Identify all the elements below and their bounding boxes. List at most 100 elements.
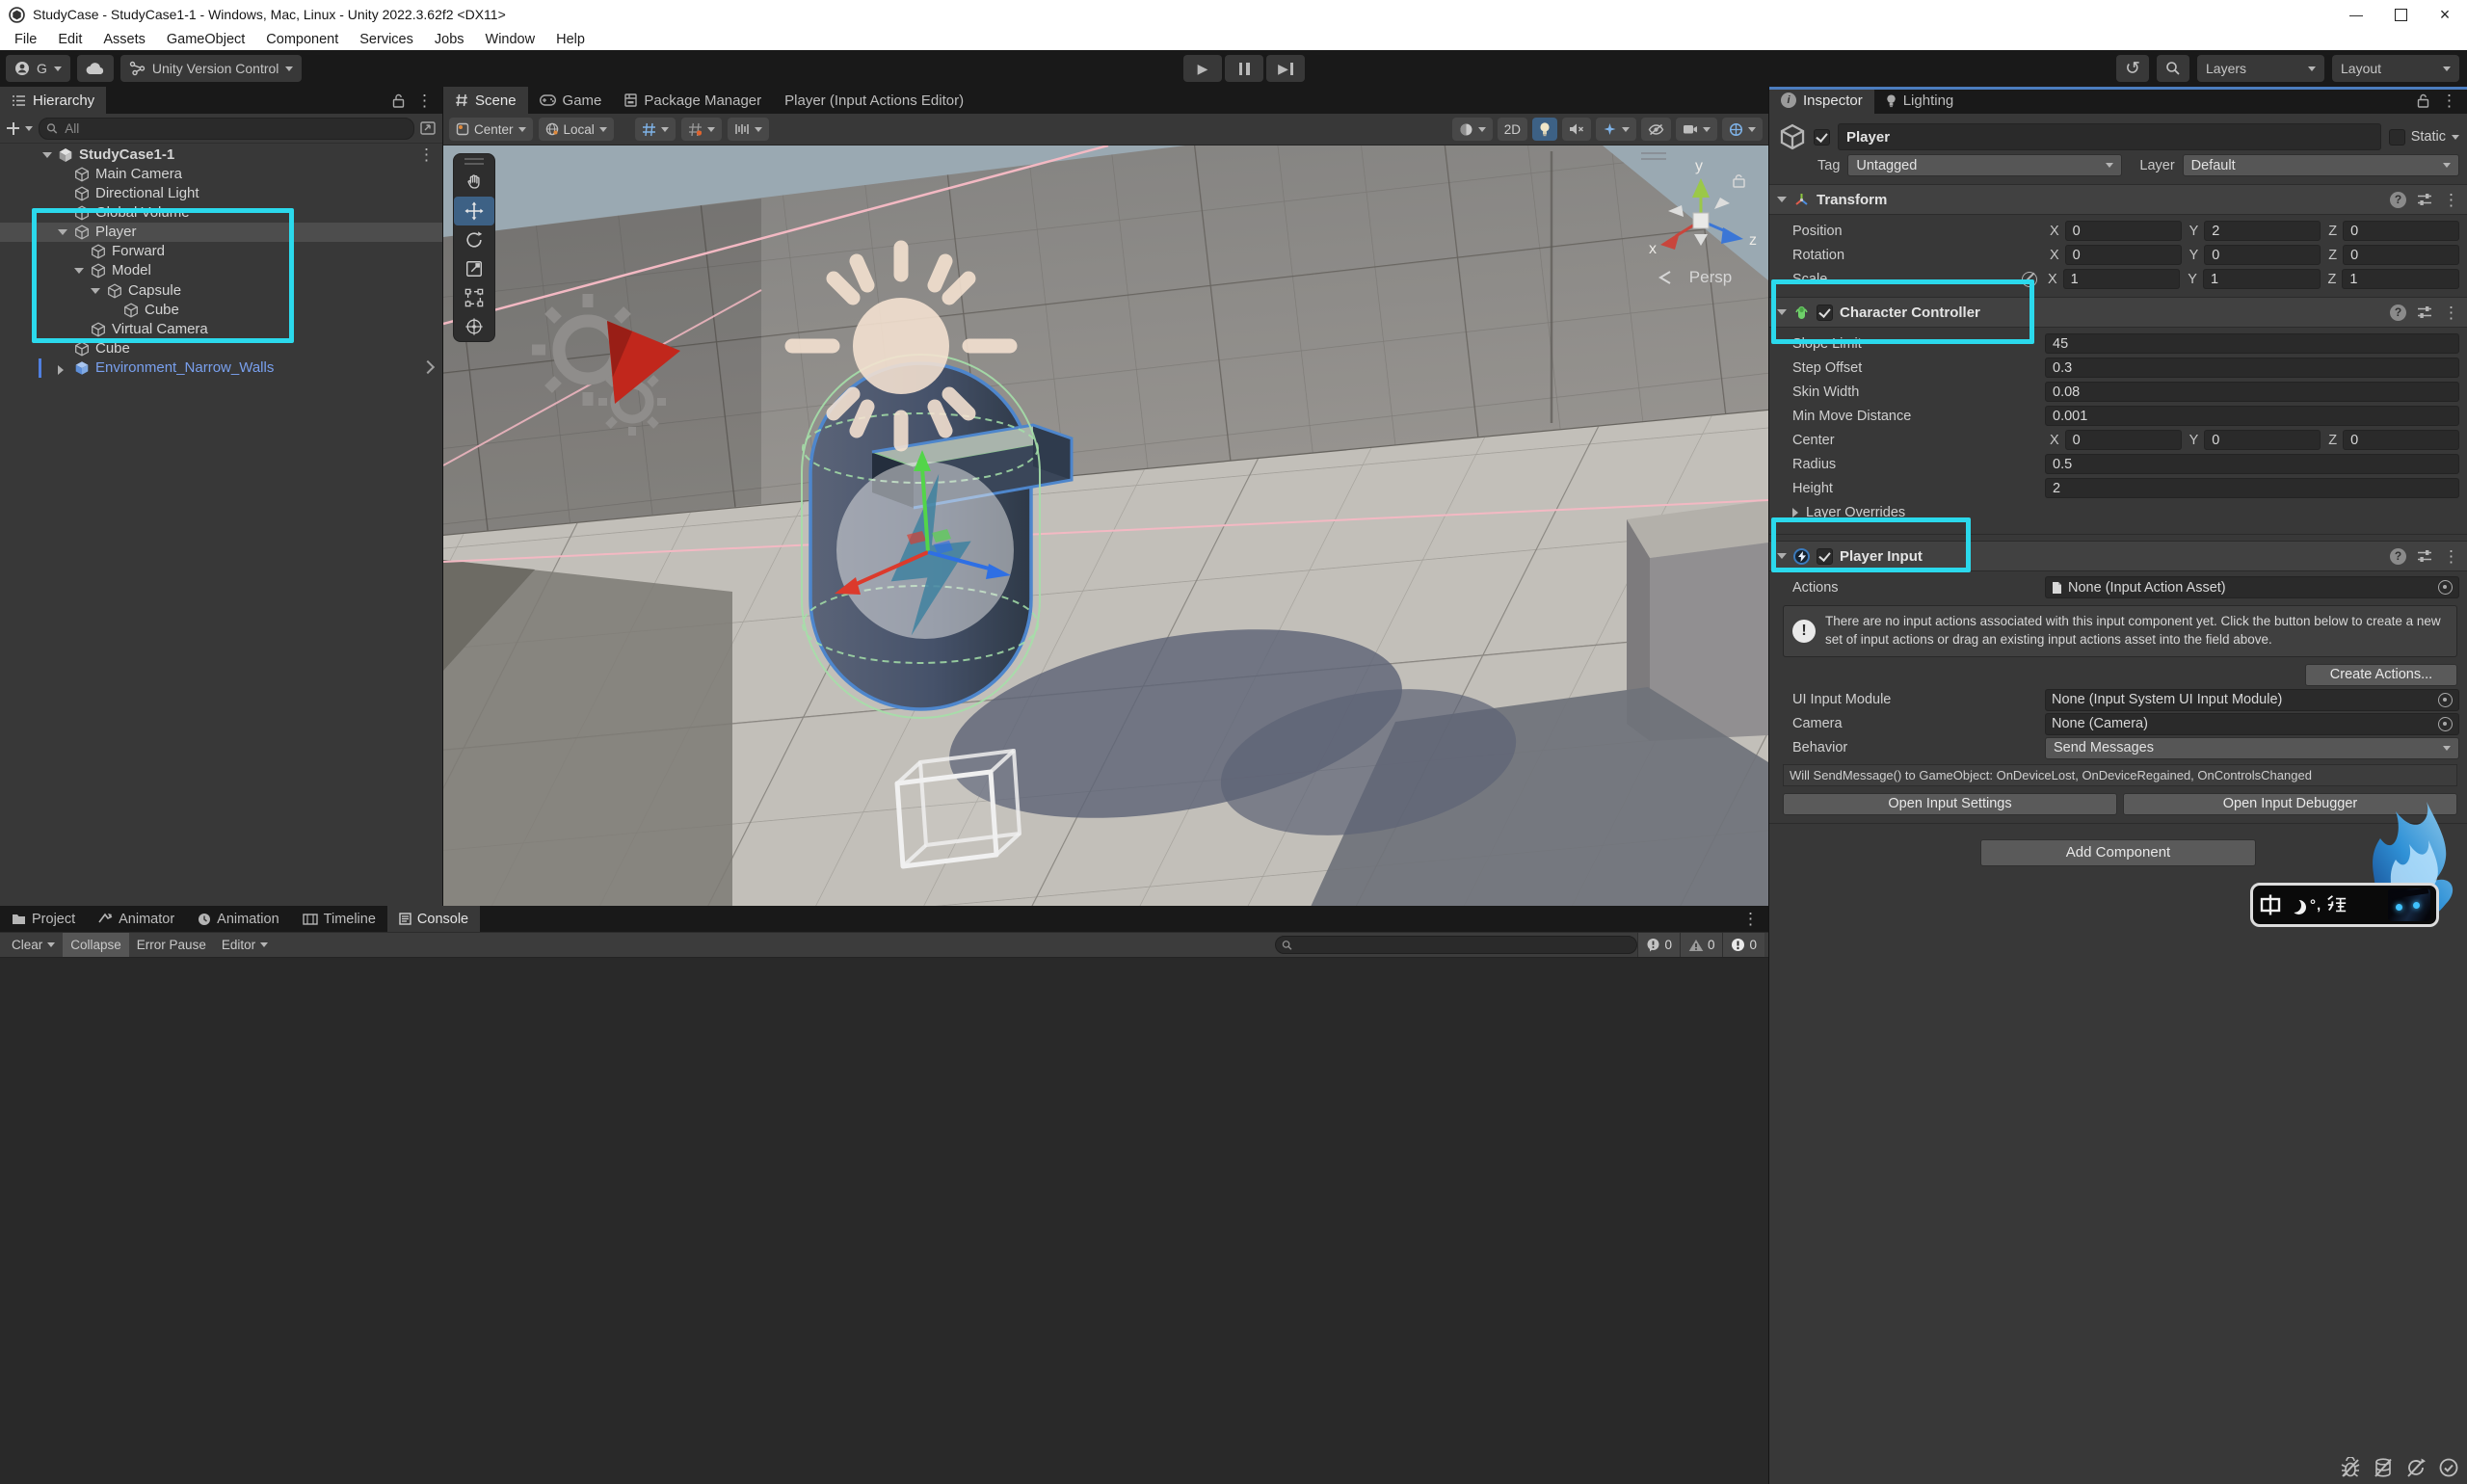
tab-timeline[interactable]: Timeline <box>291 906 387 932</box>
transform-header[interactable]: Transform ? ⋮ <box>1769 184 2467 215</box>
transform-tool-button[interactable] <box>454 312 494 341</box>
center-y-input[interactable]: 0 <box>2204 430 2321 450</box>
layout-dropdown[interactable]: Layout <box>2332 55 2459 82</box>
active-checkbox[interactable] <box>1814 129 1830 146</box>
ime-punctuation[interactable]: °, <box>2310 897 2321 914</box>
scale-x-input[interactable]: 1 <box>2063 269 2181 289</box>
menu-gameobject[interactable]: GameObject <box>156 32 255 47</box>
tree-row[interactable]: Capsule <box>0 281 442 301</box>
moon-icon[interactable] <box>2287 898 2301 913</box>
component-enabled-checkbox[interactable] <box>1817 305 1833 321</box>
component-menu-icon[interactable]: ⋮ <box>2443 192 2459 208</box>
foldout-icon[interactable] <box>74 268 84 274</box>
chevron-down-icon[interactable] <box>25 126 33 131</box>
rotate-tool-button[interactable] <box>454 225 494 254</box>
ui-module-object-field[interactable]: None (Input System UI Input Module) <box>2045 689 2459 711</box>
tree-row[interactable]: Global Volume <box>0 203 442 223</box>
foldout-icon[interactable] <box>58 365 64 375</box>
tree-row-scene[interactable]: StudyCase1-1 ⋮ <box>0 146 442 165</box>
snap-increment-dropdown[interactable] <box>728 118 769 141</box>
name-field[interactable]: Player <box>1838 123 2381 150</box>
layer-overrides-row[interactable]: Layer Overrides <box>1769 500 2467 524</box>
scale-y-input[interactable]: 1 <box>2203 269 2321 289</box>
constrain-proportions-icon[interactable] <box>2022 272 2037 287</box>
scene-viewport[interactable]: y x z Persp <box>443 146 1768 907</box>
foldout-icon[interactable] <box>1777 553 1787 559</box>
rect-tool-button[interactable] <box>454 283 494 312</box>
ime-toolbar[interactable]: °, <box>2250 883 2439 927</box>
hierarchy-search[interactable] <box>39 118 414 140</box>
tab-package-manager[interactable]: Package Manager <box>613 87 773 114</box>
pause-button[interactable] <box>1225 55 1263 82</box>
warning-count-toggle[interactable]: 0 <box>1680 933 1723 957</box>
position-y-input[interactable]: 2 <box>2204 221 2321 241</box>
center-x-input[interactable]: 0 <box>2065 430 2182 450</box>
menu-help[interactable]: Help <box>545 32 596 47</box>
scene-menu-icon[interactable]: ⋮ <box>418 146 435 163</box>
open-input-settings-button[interactable]: Open Input Settings <box>1783 793 2117 815</box>
tree-row[interactable]: Cube <box>0 339 442 358</box>
collapse-toggle[interactable]: Collapse <box>63 933 129 957</box>
layers-dropdown[interactable]: Layers <box>2197 55 2324 82</box>
close-button[interactable]: × <box>2423 0 2467 29</box>
foldout-icon[interactable] <box>91 288 100 294</box>
ime-key-icon[interactable] <box>2326 894 2348 915</box>
tree-row[interactable]: Directional Light <box>0 184 442 203</box>
object-picker-icon[interactable] <box>2438 580 2453 595</box>
console-search[interactable] <box>1275 936 1637 954</box>
menu-jobs[interactable]: Jobs <box>424 32 475 47</box>
behavior-dropdown[interactable]: Send Messages <box>2045 737 2459 759</box>
pivot-dropdown[interactable]: Center <box>449 118 533 141</box>
gizmos-dropdown[interactable] <box>1722 118 1763 141</box>
tab-inspector[interactable]: i Inspector <box>1769 87 1874 114</box>
foldout-icon[interactable] <box>1777 197 1787 202</box>
error-pause-toggle[interactable]: Error Pause <box>129 933 214 957</box>
presets-icon[interactable] <box>2417 193 2432 206</box>
rotation-x-input[interactable]: 0 <box>2065 245 2182 265</box>
rotation-y-input[interactable]: 0 <box>2204 245 2321 265</box>
tab-input-actions-editor[interactable]: Player (Input Actions Editor) <box>773 87 975 114</box>
effects-dropdown[interactable] <box>1596 118 1636 141</box>
panel-menu-icon[interactable]: ⋮ <box>416 93 433 109</box>
help-icon[interactable]: ? <box>2390 192 2406 208</box>
slope-limit-input[interactable]: 45 <box>2045 333 2459 354</box>
scale-z-input[interactable]: 1 <box>2342 269 2459 289</box>
chevron-down-icon[interactable] <box>2452 135 2459 140</box>
component-enabled-checkbox[interactable] <box>1817 548 1833 565</box>
clear-button[interactable]: Clear <box>4 933 63 957</box>
height-input[interactable]: 2 <box>2045 478 2459 498</box>
shading-mode-dropdown[interactable] <box>1452 118 1493 141</box>
tab-scene[interactable]: Scene <box>443 87 528 114</box>
center-z-input[interactable]: 0 <box>2343 430 2459 450</box>
menu-component[interactable]: Component <box>255 32 349 47</box>
help-icon[interactable]: ? <box>2390 548 2406 565</box>
foldout-icon[interactable] <box>1777 309 1787 315</box>
minimize-button[interactable]: — <box>2334 0 2378 29</box>
presets-icon[interactable] <box>2417 305 2432 319</box>
rotation-z-input[interactable]: 0 <box>2343 245 2459 265</box>
tree-row[interactable]: Cube <box>0 301 442 320</box>
picker-panel-icon[interactable] <box>420 121 436 135</box>
audio-mute-toggle[interactable] <box>1562 118 1591 141</box>
info-count-toggle[interactable]: 0 <box>1637 933 1680 957</box>
debugger-disabled-button[interactable] <box>2337 1454 2363 1480</box>
skin-width-input[interactable]: 0.08 <box>2045 382 2459 402</box>
menu-assets[interactable]: Assets <box>93 32 156 47</box>
foldout-icon[interactable] <box>1792 508 1798 517</box>
character-controller-header[interactable]: Character Controller ? ⋮ <box>1769 297 2467 328</box>
component-menu-icon[interactable]: ⋮ <box>2443 548 2459 565</box>
account-dropdown[interactable]: G <box>6 55 70 82</box>
actions-object-field[interactable]: None (Input Action Asset) <box>2045 576 2459 598</box>
component-menu-icon[interactable]: ⋮ <box>2443 305 2459 321</box>
scene-visibility-toggle[interactable] <box>1641 118 1671 141</box>
tab-game[interactable]: Game <box>528 87 614 114</box>
help-icon[interactable]: ? <box>2390 305 2406 321</box>
2d-toggle[interactable]: 2D <box>1498 118 1527 141</box>
tree-row-prefab[interactable]: Environment_Narrow_Walls <box>0 358 442 378</box>
scale-tool-button[interactable] <box>454 254 494 283</box>
tab-hierarchy[interactable]: Hierarchy <box>0 87 106 114</box>
grid-snap-toggle[interactable] <box>635 118 676 141</box>
lock-icon[interactable] <box>2417 93 2429 108</box>
foldout-icon[interactable] <box>42 152 52 158</box>
layer-dropdown[interactable]: Default <box>2183 154 2459 176</box>
